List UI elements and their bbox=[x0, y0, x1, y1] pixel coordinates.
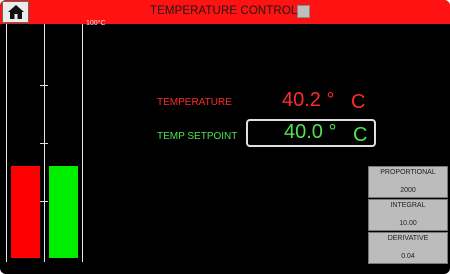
gauge-tick bbox=[40, 85, 48, 86]
integral-value: 10.00 bbox=[399, 220, 417, 227]
setpoint-label: TEMP SETPOINT bbox=[157, 131, 238, 142]
home-icon bbox=[7, 5, 24, 19]
gauge-frame-left bbox=[6, 24, 7, 262]
setpoint-bar bbox=[49, 166, 78, 258]
temperature-value: 40.2 ° bbox=[282, 89, 335, 111]
proportional-value: 2000 bbox=[400, 187, 416, 194]
setpoint-value: 40.0 ° bbox=[284, 121, 337, 143]
home-button[interactable] bbox=[2, 1, 29, 23]
derivative-value: 0.04 bbox=[401, 253, 415, 260]
temperature-bar bbox=[11, 166, 40, 258]
gauge-tick bbox=[40, 201, 48, 202]
setpoint-unit: C bbox=[353, 124, 368, 146]
gauge-tick bbox=[40, 143, 48, 144]
integral-label: INTEGRAL bbox=[390, 202, 426, 209]
proportional-button[interactable]: PROPORTIONAL 2000 bbox=[368, 166, 448, 198]
title-indicator-box[interactable] bbox=[297, 5, 310, 18]
title-bar: TEMPERATURE CONTROL bbox=[0, 0, 450, 24]
derivative-button[interactable]: DERIVATIVE 0.04 bbox=[368, 232, 448, 264]
gauge-frame-right bbox=[82, 24, 83, 262]
temperature-unit: C bbox=[351, 91, 366, 113]
temperature-label: TEMPERATURE bbox=[157, 97, 232, 108]
gauge-max-label: 100°C bbox=[86, 20, 106, 27]
proportional-label: PROPORTIONAL bbox=[380, 169, 436, 176]
integral-button[interactable]: INTEGRAL 10.00 bbox=[368, 199, 448, 231]
page-title: TEMPERATURE CONTROL bbox=[150, 5, 298, 17]
derivative-label: DERIVATIVE bbox=[387, 235, 429, 242]
hmi-screen: TEMPERATURE CONTROL 100°C TEMPERATURE 40… bbox=[0, 0, 450, 274]
